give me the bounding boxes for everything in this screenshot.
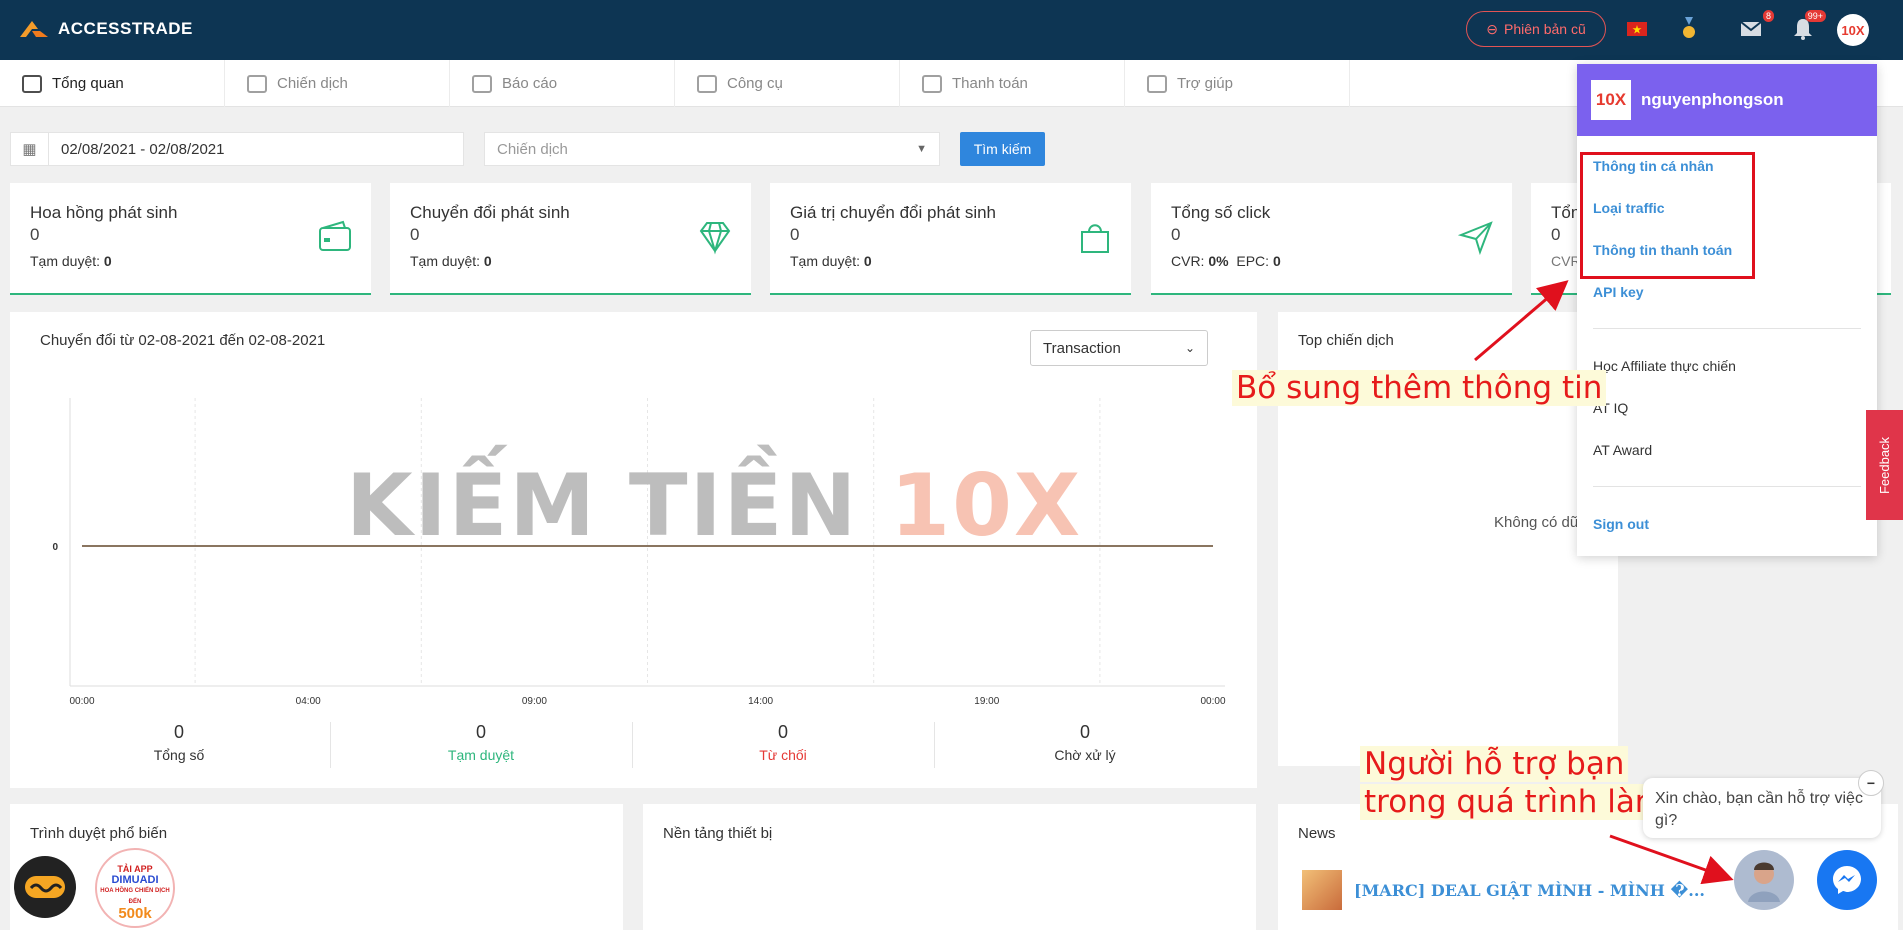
- messenger-icon[interactable]: [1817, 850, 1877, 910]
- minimize-icon[interactable]: −: [1858, 770, 1884, 796]
- feedback-label: Feedback: [1877, 436, 1892, 494]
- feedback-tab[interactable]: Feedback: [1866, 410, 1903, 520]
- support-agent-avatar[interactable]: [1734, 850, 1794, 910]
- chat-greeting-bubble[interactable]: Xin chào, bạn cần hỗ trợ việc gì?: [1643, 778, 1881, 838]
- annotation-arrows: [1474, 280, 1734, 885]
